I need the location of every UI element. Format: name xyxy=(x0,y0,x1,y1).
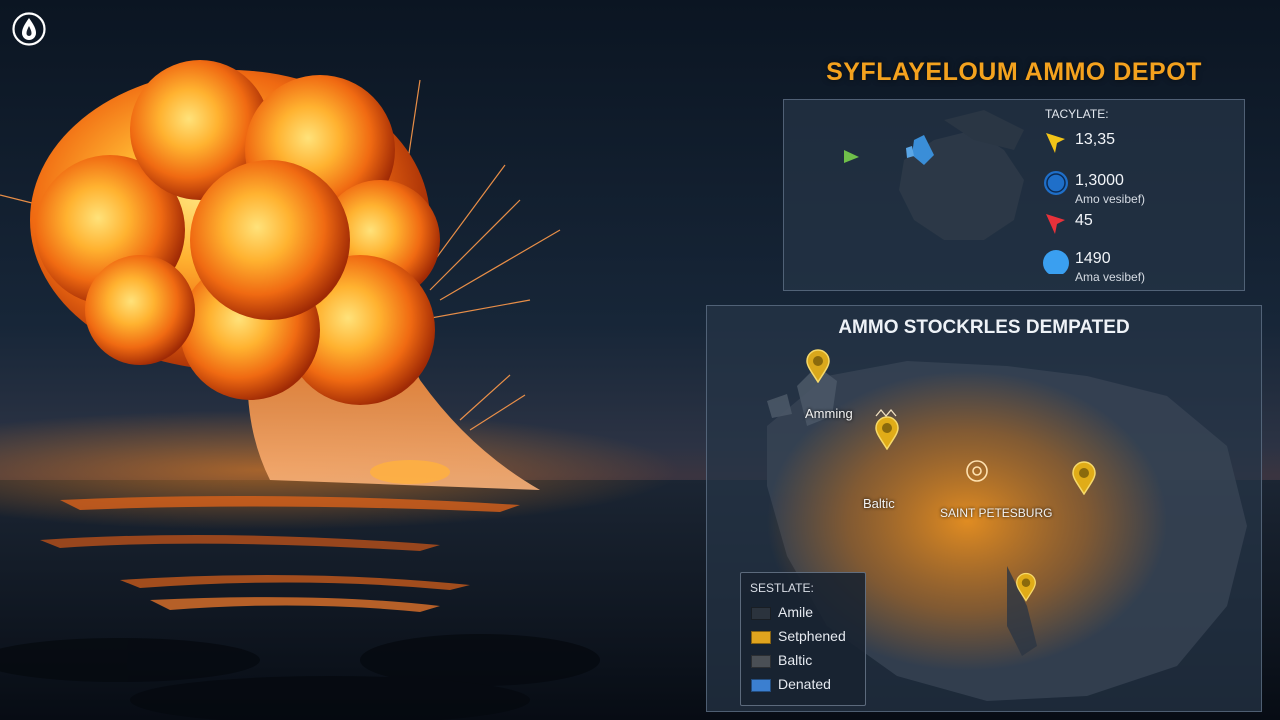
stat-row: 45 xyxy=(1043,208,1233,242)
map-label-saint-petesburg: SAINT PETESBURG xyxy=(940,506,1053,520)
legend-label: Baltic xyxy=(778,652,813,668)
legend-swatch xyxy=(751,631,771,644)
pin-marker-icon xyxy=(1046,214,1065,234)
legend-item: Baltic xyxy=(751,652,861,670)
stat-row: 1,3000 Amo vesibef) xyxy=(1043,168,1233,206)
legend-swatch xyxy=(751,679,771,692)
legend-label: Denated xyxy=(778,676,831,692)
legend-label: Amile xyxy=(778,604,814,620)
stat-row: 1490 Ama vesibef) xyxy=(1043,246,1233,284)
map-label-baltic: Baltic xyxy=(863,496,895,511)
dot-icon xyxy=(1043,250,1069,274)
stat-row: 13,35 xyxy=(1043,127,1233,161)
map-label-amming: Amming xyxy=(805,406,853,421)
circle-target-icon xyxy=(1044,171,1068,195)
stats-header: TACYLATE: xyxy=(1045,107,1109,121)
stat-value: 1490 xyxy=(1075,250,1111,267)
legend-swatch xyxy=(751,607,771,620)
stat-sub: Ama vesibef) xyxy=(1075,270,1146,284)
map-panel: AMMO STOCKRLES DEMPATED Amming Baltic SA… xyxy=(706,305,1262,712)
map-pin-icon[interactable] xyxy=(1015,572,1037,602)
legend-label: Setphened xyxy=(778,628,846,644)
map-pin-icon[interactable] xyxy=(874,416,900,450)
target-marker-icon[interactable] xyxy=(965,459,989,483)
map-pin-icon[interactable] xyxy=(805,349,831,383)
page-title: SYFLAYELOUM AMMO DEPOT xyxy=(826,58,1202,86)
stat-value: 13,35 xyxy=(1075,131,1116,148)
legend-item: Denated xyxy=(751,676,861,694)
route-mark-icon xyxy=(875,408,897,418)
map-legend: SESTLATE: Amile Setphened Baltic Denated xyxy=(740,572,866,706)
legend-swatch xyxy=(751,655,771,668)
stat-value: 45 xyxy=(1075,212,1093,229)
legend-item: Amile xyxy=(751,604,861,622)
stat-sub: Amo vesibef) xyxy=(1075,192,1146,206)
pin-marker-icon xyxy=(1046,133,1065,153)
legend-item: Setphened xyxy=(751,628,861,646)
flame-logo-icon xyxy=(12,12,46,46)
legend-header: SESTLATE: xyxy=(750,581,814,595)
map-pin-icon[interactable] xyxy=(1071,461,1097,495)
map-title: AMMO STOCKRLES DEMPATED xyxy=(838,317,1130,338)
stat-value: 1,3000 xyxy=(1075,172,1124,189)
